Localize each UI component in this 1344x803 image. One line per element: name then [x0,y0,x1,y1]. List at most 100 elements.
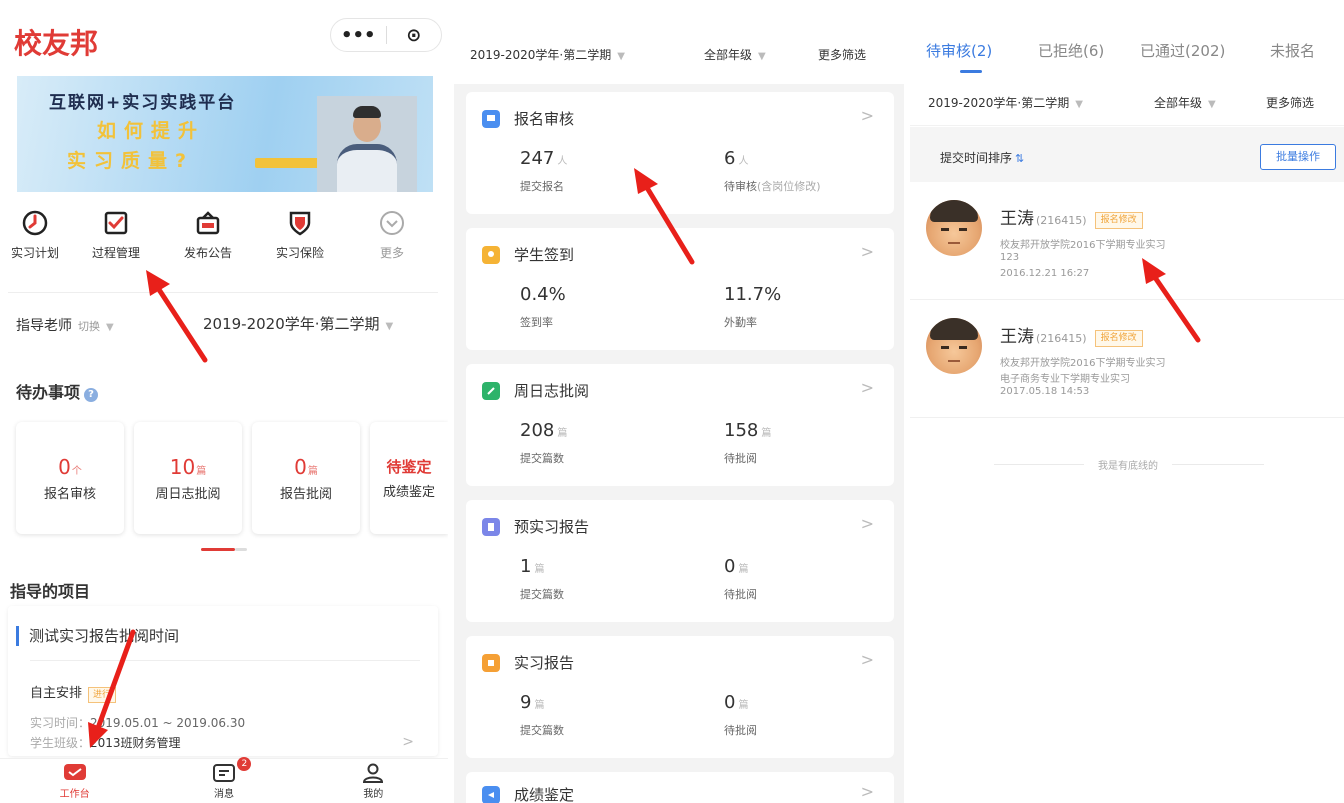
chevron-down-icon: ▼ [106,322,114,333]
tab-label: 我的 [363,789,384,800]
unit-text: 篇 [738,564,749,575]
role-switcher[interactable]: 指导老师 切换 ▼ [16,315,114,335]
term-filter-label: 2019-2020学年·第二学期 [470,48,612,62]
todo-cards: 0个 报名审核 10篇 周日志批阅 0篇 报告批阅 待鉴定 成绩鉴定 [16,422,448,534]
close-target-icon[interactable]: ⊙ [387,25,442,46]
announcement-icon [195,210,221,236]
avatar [926,318,982,374]
tab-not-signed-up[interactable]: 未报名 [1270,40,1315,61]
todo-title-text: 待办事项 [16,383,81,402]
chevron-down-icon: ▼ [1208,99,1216,110]
tab-rejected[interactable]: 已拒绝(6) [1038,40,1104,61]
app-title: 校友邦 [14,27,99,60]
stat-title: 预实习报告 [514,518,590,536]
bottom-tab-bar: 工作台 2 消息 我的 [0,757,448,803]
tab-messages[interactable]: 2 消息 [149,757,298,803]
list-item[interactable]: 王涛 (216415) 报名修改 校友邦开放学院2016下学期专业实习 电子商务专业… [910,302,1344,418]
grade-filter-label: 全部年级 [704,48,753,62]
entry-project: 校友邦开放学院2016下学期专业实习 [1000,358,1166,369]
batch-operation-button[interactable]: 批量操作 [1260,144,1336,170]
tab-workbench[interactable]: 工作台 [0,759,149,803]
tab-approved[interactable]: 已通过(202) [1140,40,1225,61]
more-menu-icon[interactable]: ••• [331,25,386,46]
todo-unit: 篇 [196,465,207,477]
stat-card-weekly-log[interactable]: 周日志批阅 > 208 篇 提交篇数 158 篇 待批阅 [466,364,894,486]
todo-value: 0 [294,454,307,479]
menu-internship-insurance[interactable]: 实习保险 [254,210,346,261]
status-badge: 报名修改 [1094,212,1143,229]
more-filter[interactable]: 更多筛选 [818,46,866,63]
menu-process-management[interactable]: 过程管理 [70,210,162,261]
stat-title: 成绩鉴定 [514,786,575,803]
entry-time: 2016.12.21 16:27 [1000,268,1090,279]
todo-unit: 篇 [307,465,318,477]
header-cutoff [454,0,904,26]
project-card[interactable]: 测试实习报告批阅时间 自主安排 进行 实习时间：2019.05.01 ~ 2019… [8,606,438,756]
term-select[interactable]: 2019-2020学年·第二学期 ▼ [203,313,393,334]
grade-icon [482,785,500,803]
project-divider [30,660,420,661]
unit-text: 篇 [761,428,772,439]
more-icon [379,210,405,236]
chevron-right-icon: > [860,514,874,533]
stat-card-grade-evaluation[interactable]: 成绩鉴定 > [466,772,894,803]
stat-label: 待批阅 [724,588,757,601]
switch-role-link[interactable]: 切换 [78,320,100,333]
value-text: 6 [724,148,736,169]
clock-icon [22,210,48,236]
stat-value: 11.7% [724,284,782,305]
grade-filter-label: 全部年级 [1154,96,1203,110]
todo-card-weekly-log[interactable]: 10篇 周日志批阅 [134,422,242,534]
list-item[interactable]: 王涛 (216415) 报名修改 校友邦开放学院2016下学期专业实习 123 20… [910,184,1344,300]
menu-more[interactable]: 更多 [346,210,438,261]
stat-card-signup-review[interactable]: 报名审核 > 247 人 提交报名 6人 待审核(含岗位修改) [466,92,894,214]
menu-internship-plan[interactable]: 实习计划 [0,210,70,261]
entry-project: 校友邦开放学院2016下学期专业实习 [1000,240,1166,251]
arrangement-text: 自主安排 [30,686,83,701]
grade-filter[interactable]: 全部年级 ▼ [1154,94,1216,111]
stat-label: 待审核(含岗位修改) [724,178,821,194]
todo-card-report-review[interactable]: 0篇 报告批阅 [252,422,360,534]
project-class: 学生班级：2013班财务管理 [30,734,181,751]
menu-publish-notice[interactable]: 发布公告 [162,210,254,261]
chevron-down-icon: ▼ [617,51,625,62]
stat-title: 周日志批阅 [514,382,590,400]
help-icon[interactable]: ? [84,388,99,402]
class-key: 学生班级： [30,736,91,750]
entry-detail: 123 [1000,252,1020,263]
sort-by-submit-time[interactable]: 提交时间排序 ⇅ [940,149,1024,166]
todo-value: 0 [58,454,71,479]
todo-label: 周日志批阅 [155,486,221,502]
term-filter[interactable]: 2019-2020学年·第二学期 ▼ [470,46,625,63]
term-filter-label: 2019-2020学年·第二学期 [928,96,1070,110]
todo-card-signup-review[interactable]: 0个 报名审核 [16,422,124,534]
shield-icon [287,210,313,236]
grade-filter[interactable]: 全部年级 ▼ [704,46,766,63]
mini-program-capsule: ••• ⊙ [330,18,442,52]
stat-label: 提交篇数 [520,588,564,601]
sort-icon: ⇅ [1015,152,1025,165]
stat-card-pre-report[interactable]: 预实习报告 > 1篇 提交篇数 0篇 待批阅 [466,500,894,622]
stat-label: 提交篇数 [520,724,564,737]
more-filter[interactable]: 更多筛选 [1266,94,1314,111]
document-icon [482,517,500,536]
stat-label: 待批阅 [724,452,757,465]
unit-text: 人 [738,156,749,167]
promo-banner[interactable]: 互联网+实习实践平台 如何提升 实习质量? [17,76,433,192]
todo-card-grade-evaluation[interactable]: 待鉴定 成绩鉴定 [370,422,448,534]
filter-bar: 2019-2020学年·第二学期 ▼ 全部年级 ▼ 更多筛选 [910,80,1344,126]
banner-headline: 互联网+实习实践平台 [49,93,237,113]
menu-label: 实习保险 [275,246,324,260]
tab-mine[interactable]: 我的 [299,759,448,803]
stat-card-checkin[interactable]: 学生签到 > 0.4% 签到率 11.7% 外勤率 [466,228,894,350]
tab-pending[interactable]: 待审核(2) [926,40,992,61]
stat-title: 报名审核 [514,110,575,128]
chevron-right-icon: > [860,378,874,397]
term-filter[interactable]: 2019-2020学年·第二学期 ▼ [928,94,1083,111]
chevron-right-icon: > [860,782,874,801]
status-badge: 报名修改 [1094,330,1143,347]
stat-card-internship-report[interactable]: 实习报告 > 9篇 提交篇数 0篇 待批阅 [466,636,894,758]
todo-value: 10 [169,454,196,479]
stat-label: 待批阅 [724,724,757,737]
stat-value: 6人 [724,148,748,169]
